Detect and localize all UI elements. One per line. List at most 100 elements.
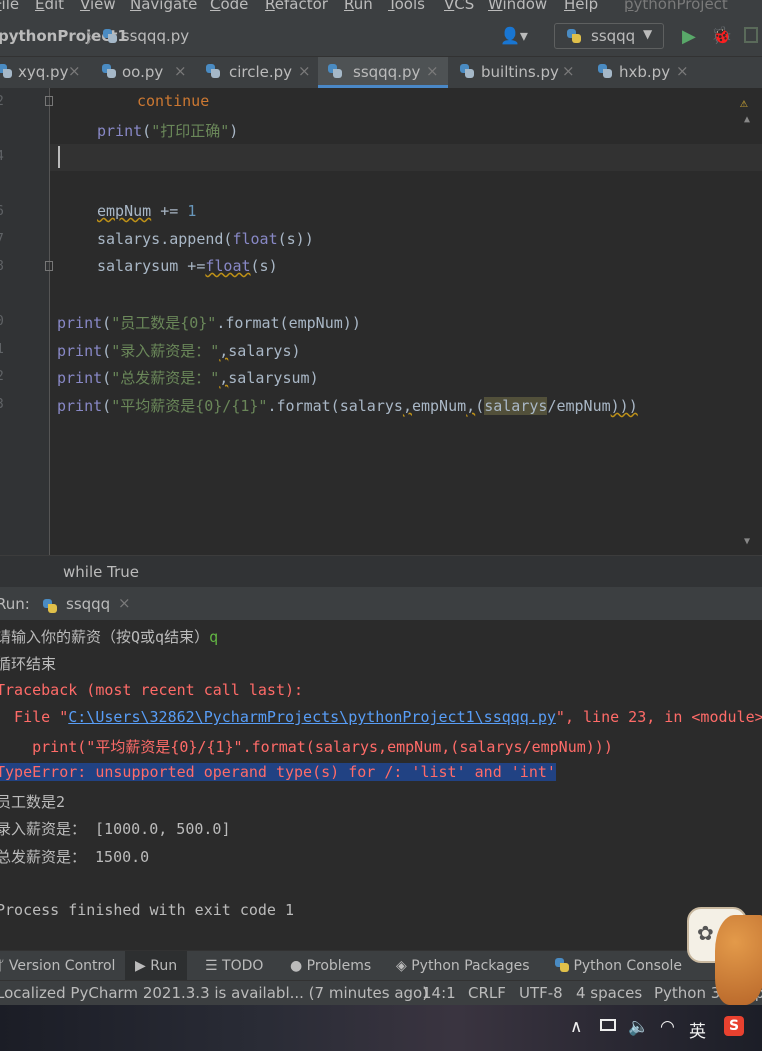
menu-code[interactable]: Code [210,0,248,13]
run-panel-header: Run: ssqqq × [0,587,762,621]
python-icon [555,958,569,972]
menu-edit[interactable]: Edit [35,0,64,13]
close-icon[interactable]: × [562,62,575,80]
breadcrumb-item[interactable]: while True [63,563,139,581]
coverage-icon[interactable] [744,27,758,43]
python-file-icon [0,64,12,78]
fold-icon[interactable] [45,261,53,271]
tab-label: xyq.py [18,63,69,81]
code-editor[interactable]: 2 4 6 7 8 0 1 2 3 continue print("打印正确")… [0,88,762,555]
tab-label: hxb.py [619,63,671,81]
code-line: salarys.append(float(s)) [97,230,314,248]
ime-indicator[interactable]: 英 [689,1017,706,1042]
tab-hxb[interactable]: hxb.py × [590,57,700,88]
python-icon [43,599,57,613]
code-line: print("录入薪资是：",salarys) [57,342,301,360]
tool-problems[interactable]: ● Problems [290,958,371,974]
python-file-icon [206,64,220,78]
cursor-position[interactable]: 14:1 [422,984,456,1002]
status-bar: Localized PyCharm 2021.3.3 is availabl..… [0,980,762,1006]
line-gutter: 2 4 6 7 8 0 1 2 3 [0,88,53,555]
branch-icon: ᛘ [0,958,5,974]
menu-bar: File Edit View Navigate Code Refactor Ru… [0,0,762,18]
tab-label: circle.py [229,63,293,81]
tool-run[interactable]: ▶ Run [125,951,188,981]
code-line: continue [137,92,210,110]
window-title: pythonProject [624,0,728,13]
warning-icon[interactable]: ⚠ [740,96,748,111]
battery-icon[interactable] [600,1019,616,1031]
tab-ssqqq[interactable]: ssqqq.py × [318,57,448,88]
menu-refactor[interactable]: Refactor [265,0,328,13]
run-panel-title: Run: [0,595,30,613]
wifi-icon[interactable]: ◠ [660,1017,675,1037]
layers-icon: ◈ [396,958,407,974]
tab-label: ssqqq.py [353,63,421,81]
console-line: Process finished with exit code 1 [0,901,295,919]
close-icon[interactable]: × [676,62,689,80]
menu-navigate[interactable]: Navigate [130,0,197,13]
tab-label: oo.py [122,63,164,81]
fold-icon[interactable] [45,96,53,106]
menu-tools[interactable]: Tools [388,0,425,13]
code-line: print("员工数是{0}".format(empNum)) [57,314,361,332]
tool-python-packages[interactable]: ◈ Python Packages [396,958,530,974]
user-icon[interactable]: 👤▾ [500,26,528,45]
run-config-select[interactable]: ssqqq ▼ [554,23,664,49]
current-line-highlight [50,144,762,171]
close-icon[interactable]: × [118,594,131,612]
chevron-right-icon: 〉 [86,29,102,47]
tool-python-console[interactable]: Python Console [555,958,682,974]
nav-file[interactable]: ssqqq.py [103,27,189,45]
file-encoding[interactable]: UTF-8 [519,984,563,1002]
python-file-icon [103,29,117,43]
code-line: salarysum +=float(s) [97,257,278,275]
console-line: 员工数是2 [0,793,66,811]
code-line: print("总发薪资是：",salarysum) [57,369,319,387]
tab-oo[interactable]: oo.py × [94,57,194,88]
menu-vcs[interactable]: VCS [444,0,474,13]
python-icon [567,29,581,43]
debug-icon[interactable]: 🐞 [711,26,732,46]
file-link[interactable]: C:\Users\32862\PycharmProjects\pythonPro… [68,708,556,726]
tool-version-control[interactable]: ᛘ Version Control [0,958,115,974]
console-line: File "C:\Users\32862\PycharmProjects\pyt… [0,708,762,726]
python-file-icon [102,64,116,78]
console-line: TypeError: unsupported operand type(s) f… [0,763,556,781]
status-message[interactable]: Localized PyCharm 2021.3.3 is availabl..… [0,984,428,1002]
menu-help[interactable]: Help [564,0,598,13]
run-config-label: ssqqq [591,27,636,45]
line-separator[interactable]: CRLF [468,984,506,1002]
chevron-up-icon[interactable]: ▲ [744,114,750,125]
run-icon[interactable]: ▶ [682,26,696,47]
sogou-ime-icon[interactable]: S [724,1016,744,1036]
indent-setting[interactable]: 4 spaces [576,984,642,1002]
volume-icon[interactable]: 🔈 [628,1017,649,1037]
menu-run[interactable]: Run [344,0,373,13]
run-tab-label[interactable]: ssqqq [66,595,110,613]
tab-xyq[interactable]: xyq.py × [0,57,90,88]
info-icon: ● [290,958,303,974]
tab-builtins[interactable]: builtins.py × [452,57,586,88]
python-file-icon [460,64,474,78]
close-icon[interactable]: × [68,62,81,80]
tool-todo[interactable]: ☰ TODO [205,958,263,974]
menu-file[interactable]: File [0,0,19,13]
code-line: empNum += 1 [97,202,197,220]
tab-circle[interactable]: circle.py × [198,57,318,88]
tab-label: builtins.py [481,63,559,81]
close-icon[interactable]: × [174,62,187,80]
console-line: 循环结束 [0,655,57,673]
menu-view[interactable]: View [80,0,116,13]
menu-window[interactable]: Window [488,0,547,13]
run-console[interactable]: 请输入你的薪资（按Q或q结束）q 循环结束 Traceback (most re… [0,620,762,950]
selected-error: TypeError: unsupported operand type(s) f… [0,763,556,781]
chevron-down-icon[interactable]: ▼ [744,536,750,547]
close-icon[interactable]: × [426,62,439,80]
nav-file-label: ssqqq.py [121,27,190,45]
close-icon[interactable]: × [298,62,311,80]
chevron-up-icon[interactable]: ∧ [570,1017,582,1037]
list-icon: ☰ [205,958,218,974]
play-icon: ▶ [135,958,146,974]
tool-window-bar: ᛘ Version Control ▶ Run ☰ TODO ● Problem… [0,950,762,981]
